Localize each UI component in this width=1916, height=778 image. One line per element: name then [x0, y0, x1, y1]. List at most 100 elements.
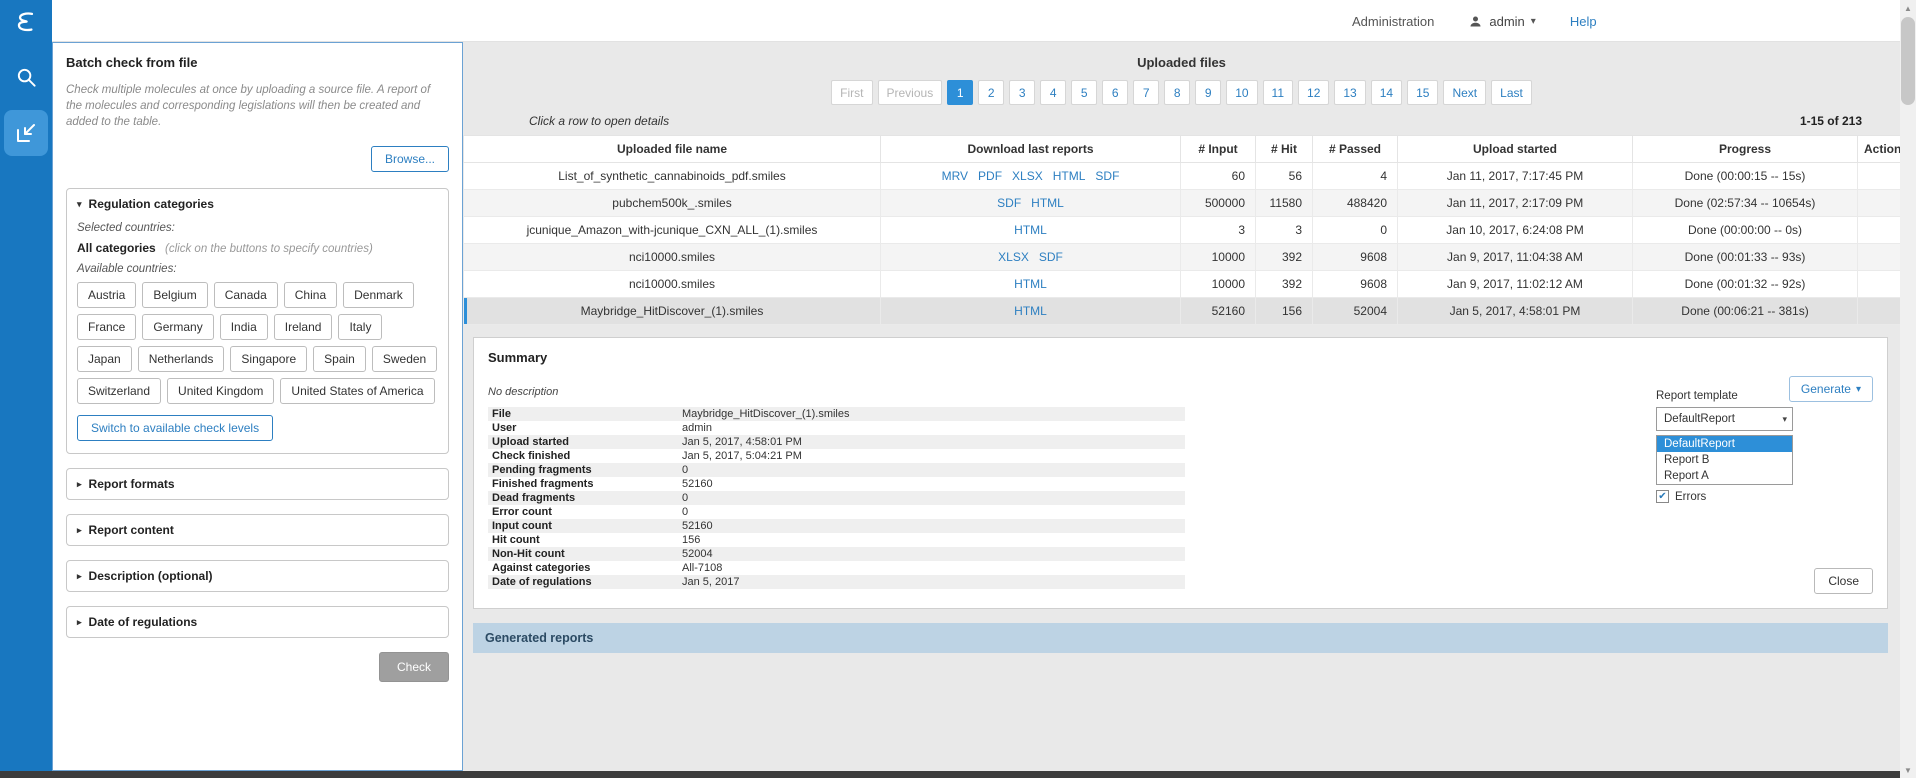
errors-checkbox[interactable]: ✔: [1656, 490, 1669, 503]
country-button[interactable]: Singapore: [230, 346, 307, 372]
country-button[interactable]: India: [220, 314, 268, 340]
country-button[interactable]: France: [77, 314, 136, 340]
switch-check-levels-button[interactable]: Switch to available check levels: [77, 415, 273, 441]
section-title: Regulation categories: [89, 197, 214, 211]
country-button[interactable]: Canada: [214, 282, 278, 308]
browse-row: Browse...: [66, 146, 449, 172]
report-link[interactable]: XLSX: [998, 250, 1029, 264]
help-link[interactable]: Help: [1570, 14, 1597, 29]
page-number-8[interactable]: 8: [1164, 80, 1190, 105]
country-button[interactable]: Austria: [77, 282, 136, 308]
page-number-7[interactable]: 7: [1133, 80, 1159, 105]
vertical-scrollbar[interactable]: ▲ ▼: [1900, 0, 1916, 778]
country-button[interactable]: Netherlands: [138, 346, 225, 372]
page-number-12[interactable]: 12: [1298, 80, 1329, 105]
dropdown-option[interactable]: DefaultReport: [1657, 436, 1792, 452]
report-link[interactable]: HTML: [1031, 196, 1064, 210]
scroll-up-icon[interactable]: ▲: [1900, 0, 1916, 16]
page-number-2[interactable]: 2: [978, 80, 1004, 105]
input-count-cell: 3: [1181, 217, 1256, 244]
country-button[interactable]: Japan: [77, 346, 132, 372]
progress-cell: Done (00:00:15 -- 15s): [1633, 163, 1858, 190]
section-header[interactable]: ▸Report content: [67, 515, 448, 545]
check-button[interactable]: Check: [379, 652, 449, 682]
page-previous[interactable]: Previous: [878, 80, 943, 105]
report-link[interactable]: SDF: [1039, 250, 1063, 264]
uploaded-files-table: Uploaded file nameDownload last reports#…: [463, 135, 1901, 325]
report-link[interactable]: SDF: [997, 196, 1021, 210]
table-row[interactable]: jcunique_Amazon_with-jcunique_CXN_ALL_(1…: [464, 217, 1901, 244]
page-number-3[interactable]: 3: [1009, 80, 1035, 105]
field-label: Non-Hit count: [488, 547, 678, 561]
footer-strip: [0, 771, 1900, 778]
page-number-11[interactable]: 11: [1263, 80, 1293, 105]
country-button[interactable]: Spain: [313, 346, 366, 372]
table-row[interactable]: Maybridge_HitDiscover_(1).smilesHTML5216…: [464, 298, 1901, 325]
section-header[interactable]: ▸Description (optional): [67, 561, 448, 591]
page-number-14[interactable]: 14: [1371, 80, 1402, 105]
page-number-5[interactable]: 5: [1071, 80, 1097, 105]
page-number-6[interactable]: 6: [1102, 80, 1128, 105]
generate-button[interactable]: Generate ▾: [1789, 376, 1873, 402]
close-button[interactable]: Close: [1814, 568, 1873, 594]
file-name-cell: nci10000.smiles: [464, 244, 881, 271]
report-link[interactable]: HTML: [1014, 304, 1047, 318]
passed-count-cell: 4: [1313, 163, 1398, 190]
administration-link[interactable]: Administration: [1352, 14, 1434, 29]
country-button[interactable]: Sweden: [372, 346, 437, 372]
country-button[interactable]: Belgium: [142, 282, 207, 308]
page-next[interactable]: Next: [1443, 80, 1486, 105]
country-button[interactable]: Germany: [142, 314, 213, 340]
country-button[interactable]: Ireland: [274, 314, 333, 340]
country-button[interactable]: Switzerland: [77, 378, 161, 404]
page-number-10[interactable]: 10: [1226, 80, 1257, 105]
logo-icon: [13, 9, 39, 35]
generated-reports-header[interactable]: Generated reports: [473, 623, 1888, 653]
report-link[interactable]: PDF: [978, 169, 1002, 183]
section-header[interactable]: ▸Report formats: [67, 469, 448, 499]
report-template-select[interactable]: DefaultReport ▾: [1656, 407, 1793, 431]
country-button[interactable]: United Kingdom: [167, 378, 274, 404]
section-title: Description (optional): [89, 569, 213, 583]
scrollbar-thumb[interactable]: [1901, 17, 1915, 105]
page-number-15[interactable]: 15: [1407, 80, 1438, 105]
page-first[interactable]: First: [831, 80, 872, 105]
topbar: Administration admin ▾ Help: [52, 0, 1900, 42]
regulation-categories-section: ▾ Regulation categories Selected countri…: [66, 188, 449, 454]
summary-field-row: Non-Hit count52004: [488, 547, 1185, 561]
table-row[interactable]: nci10000.smilesHTML100003929608Jan 9, 20…: [464, 271, 1901, 298]
input-count-cell: 52160: [1181, 298, 1256, 325]
report-link[interactable]: SDF: [1095, 169, 1119, 183]
dropdown-option[interactable]: Report B: [1657, 452, 1792, 468]
page-number-1[interactable]: 1: [947, 80, 973, 105]
country-button[interactable]: Italy: [338, 314, 382, 340]
user-menu[interactable]: admin ▾: [1468, 14, 1535, 29]
table-row[interactable]: nci10000.smilesXLSXSDF100003929608Jan 9,…: [464, 244, 1901, 271]
page-number-13[interactable]: 13: [1334, 80, 1365, 105]
progress-cell: Done (00:01:33 -- 93s): [1633, 244, 1858, 271]
country-button[interactable]: Denmark: [343, 282, 414, 308]
table-row[interactable]: List_of_synthetic_cannabinoids_pdf.smile…: [464, 163, 1901, 190]
row-hint: Click a row to open details: [529, 114, 669, 128]
browse-button[interactable]: Browse...: [371, 146, 449, 172]
section-header[interactable]: ▸Date of regulations: [67, 607, 448, 637]
country-button[interactable]: China: [284, 282, 337, 308]
page-last[interactable]: Last: [1491, 80, 1532, 105]
field-label: Finished fragments: [488, 477, 678, 491]
report-link[interactable]: HTML: [1014, 277, 1047, 291]
sidebar-item-batch-check[interactable]: [4, 110, 48, 156]
report-link[interactable]: MRV: [942, 169, 968, 183]
dropdown-option[interactable]: Report A: [1657, 468, 1792, 484]
page-number-4[interactable]: 4: [1040, 80, 1066, 105]
report-link[interactable]: XLSX: [1012, 169, 1043, 183]
upload-started-cell: Jan 5, 2017, 4:58:01 PM: [1398, 298, 1633, 325]
country-button[interactable]: United States of America: [280, 378, 434, 404]
all-categories-hint: (click on the buttons to specify countri…: [165, 243, 373, 255]
scroll-down-icon[interactable]: ▼: [1900, 762, 1916, 778]
table-row[interactable]: pubchem500k_.smilesSDFHTML50000011580488…: [464, 190, 1901, 217]
regulation-categories-header[interactable]: ▾ Regulation categories: [67, 189, 448, 219]
report-link[interactable]: HTML: [1053, 169, 1086, 183]
page-number-9[interactable]: 9: [1195, 80, 1221, 105]
report-link[interactable]: HTML: [1014, 223, 1047, 237]
sidebar-item-search[interactable]: [0, 54, 52, 100]
